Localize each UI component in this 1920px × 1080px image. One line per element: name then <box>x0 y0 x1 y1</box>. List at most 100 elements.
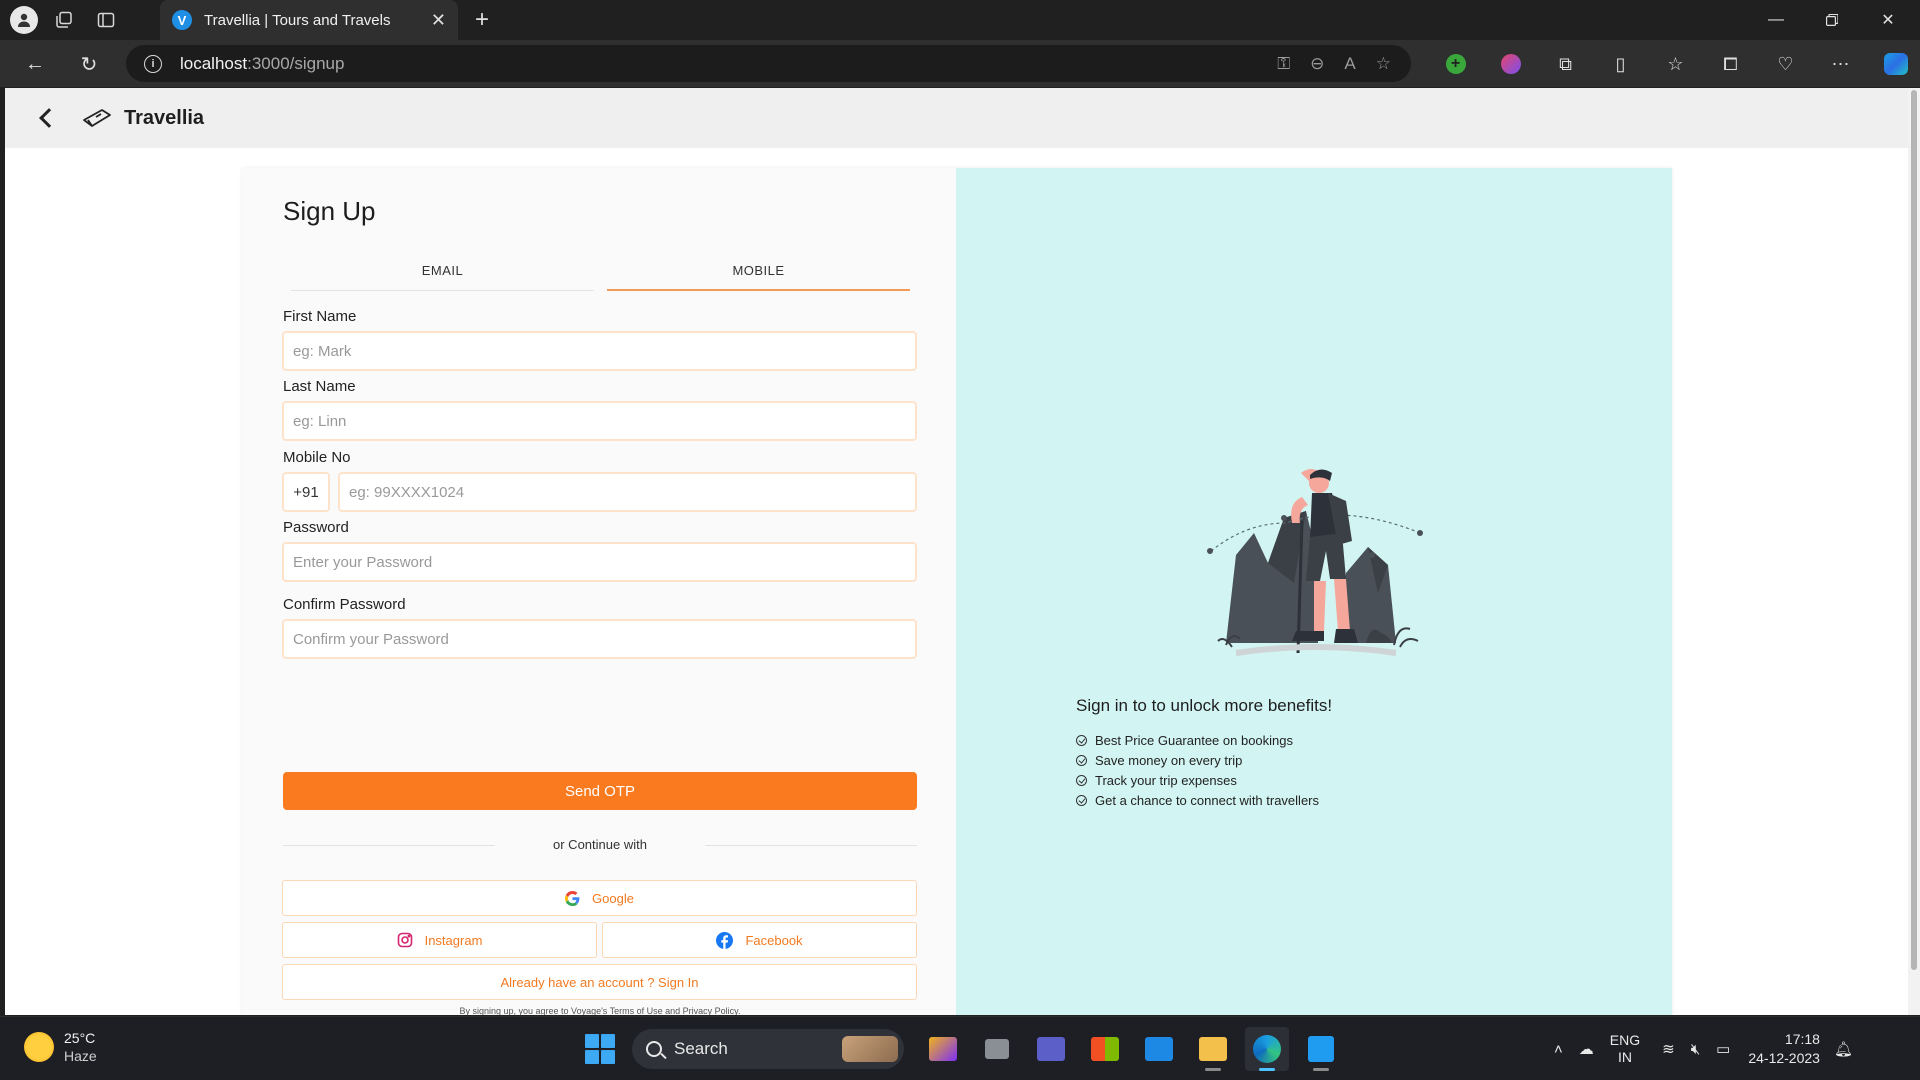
benefit-item: Get a chance to connect with travellers <box>1076 790 1319 810</box>
more-options-icon[interactable]: ⋯ <box>1813 47 1868 81</box>
browser-tabbar: V Travellia | Tours and Travels ✕ + — ✕ <box>0 0 1920 40</box>
vscode-icon[interactable] <box>1299 1027 1343 1071</box>
store-icon[interactable] <box>1083 1027 1127 1071</box>
plane-ticket-icon <box>82 106 112 130</box>
divider-line-right <box>705 845 917 846</box>
restore-icon[interactable] <box>1804 0 1860 40</box>
check-circle-icon <box>1076 774 1087 786</box>
language-code: ENG <box>1609 1032 1641 1048</box>
signup-form: Sign Up EMAIL MOBILE First Name eg: Mark… <box>242 168 956 1015</box>
google-signin-button[interactable]: Google <box>282 880 917 916</box>
brand-name[interactable]: Travellia <box>124 107 204 130</box>
read-aloud-icon[interactable]: A <box>1344 54 1355 74</box>
task-view-icon[interactable] <box>975 1027 1019 1071</box>
continue-with-divider: or Continue with <box>283 836 917 856</box>
check-circle-icon <box>1076 794 1087 806</box>
page-viewport: Travellia Sign Up EMAIL MOBILE First Nam… <box>5 88 1914 1015</box>
taskbar-search-label: Search <box>674 1039 728 1058</box>
minimize-icon[interactable]: — <box>1748 0 1804 40</box>
clock[interactable]: 17:18 24-12-2023 <box>1748 1030 1820 1068</box>
back-arrow-icon[interactable]: ← <box>18 47 52 81</box>
back-chevron-icon[interactable] <box>39 108 59 128</box>
favorite-star-icon[interactable]: ☆ <box>1376 54 1391 74</box>
site-favicon: V <box>172 10 192 30</box>
teams-icon[interactable] <box>1029 1027 1073 1071</box>
confirm-password-field[interactable]: Confirm your Password <box>282 619 917 659</box>
check-circle-icon <box>1076 754 1087 766</box>
profile-icon[interactable] <box>8 4 40 36</box>
benefit-text: Save money on every trip <box>1095 752 1243 768</box>
benefits-panel: Sign in to to unlock more benefits! Best… <box>956 168 1672 1015</box>
country-code-field[interactable]: +91 <box>282 472 330 512</box>
mail-icon[interactable] <box>1137 1027 1181 1071</box>
url-host: localhost <box>180 53 248 73</box>
benefit-item: Best Price Guarantee on bookings <box>1076 730 1319 750</box>
favorites-icon[interactable]: ☆ <box>1648 47 1703 81</box>
system-tray: ˄ ☁ ENG IN ≋ 🔇︎ ▭ 17:18 24-12-2023 🔔︎ <box>1546 1017 1861 1080</box>
password-label: Password <box>283 519 349 536</box>
scroll-thumb[interactable] <box>1911 90 1917 970</box>
tab-actions-icon[interactable] <box>90 4 122 36</box>
instagram-icon <box>397 932 413 948</box>
close-window-icon[interactable]: ✕ <box>1860 0 1916 40</box>
browser-essentials-icon[interactable]: ♡ <box>1758 47 1813 81</box>
page-title: Sign Up <box>283 196 376 226</box>
copilot-icon[interactable] <box>1868 47 1920 81</box>
mobile-field[interactable]: eg: 99XXXX1024 <box>338 472 917 512</box>
speaker-muted-icon[interactable]: 🔇︎ <box>1691 1041 1700 1058</box>
last-name-field[interactable]: eg: Linn <box>282 401 917 441</box>
extension-green-icon[interactable]: + <box>1428 47 1483 81</box>
instagram-signin-button[interactable]: Instagram <box>282 922 597 958</box>
google-icon <box>565 890 580 906</box>
mobile-label: Mobile No <box>283 449 351 466</box>
extensions-puzzle-icon[interactable]: ⧉ <box>1538 47 1593 81</box>
site-info-icon[interactable]: i <box>144 54 162 73</box>
taskbar-search[interactable]: Search <box>632 1029 904 1069</box>
tab-email[interactable]: EMAIL <box>291 257 594 291</box>
send-otp-button[interactable]: Send OTP <box>283 772 917 810</box>
benefit-text: Get a chance to connect with travellers <box>1095 792 1320 808</box>
benefit-text: Best Price Guarantee on bookings <box>1095 732 1294 748</box>
address-bar[interactable]: i localhost:3000/signup ⚿ ⊖ A ☆ <box>126 45 1411 82</box>
signin-link[interactable]: Already have an account ? Sign In <box>282 964 917 1000</box>
weather-temperature: 25°C <box>64 1030 96 1046</box>
tab-mobile[interactable]: MOBILE <box>607 257 910 291</box>
last-name-label: Last Name <box>283 378 356 395</box>
refresh-icon[interactable]: ↻ <box>72 47 106 81</box>
chevron-up-icon[interactable]: ˄ <box>1554 1041 1563 1058</box>
app-preview-icon[interactable] <box>921 1027 965 1071</box>
password-field[interactable]: Enter your Password <box>282 542 917 582</box>
windows-start-icon[interactable] <box>580 1029 620 1069</box>
weather-widget[interactable]: 25°C Haze <box>24 1029 97 1065</box>
google-label: Google <box>592 890 634 906</box>
close-tab-icon[interactable]: ✕ <box>431 10 446 31</box>
browser-toolbar: ← ↻ i localhost:3000/signup ⚿ ⊖ A ☆ + ⧉ … <box>0 40 1920 87</box>
wifi-icon[interactable]: ≋ <box>1662 1040 1675 1058</box>
collections-icon[interactable]: ⧠ <box>1703 47 1758 81</box>
edge-browser-icon[interactable] <box>1245 1027 1289 1071</box>
windows-taskbar: 25°C Haze Search ˄ ☁ ENG IN ≋ 🔇︎ ▭ 17:18… <box>0 1016 1920 1080</box>
region-code: IN <box>1617 1049 1632 1065</box>
zoom-out-icon[interactable]: ⊖ <box>1310 54 1324 74</box>
facebook-label: Facebook <box>745 932 803 948</box>
language-indicator[interactable]: ENG IN <box>1610 1032 1640 1066</box>
extension-brain-icon[interactable] <box>1483 47 1538 81</box>
battery-icon[interactable]: ▭ <box>1716 1040 1730 1058</box>
workspaces-icon[interactable] <box>48 4 80 36</box>
signup-method-tabs: EMAIL MOBILE <box>291 257 914 291</box>
onedrive-icon[interactable]: ☁ <box>1579 1040 1594 1058</box>
key-icon[interactable]: ⚿ <box>1277 54 1290 74</box>
clock-time: 17:18 <box>1784 1031 1820 1047</box>
confirm-password-label: Confirm Password <box>283 596 406 613</box>
split-screen-icon[interactable]: ▯ <box>1593 47 1648 81</box>
browser-tab-active[interactable]: V Travellia | Tours and Travels ✕ <box>160 0 458 40</box>
first-name-field[interactable]: eg: Mark <box>282 331 917 371</box>
facebook-signin-button[interactable]: Facebook <box>602 922 917 958</box>
file-explorer-icon[interactable] <box>1191 1027 1235 1071</box>
new-tab-icon[interactable]: + <box>466 4 498 36</box>
notification-bell-icon[interactable]: 🔔︎ <box>1834 1040 1853 1058</box>
benefit-text: Track your trip expenses <box>1095 772 1237 788</box>
page-scrollbar[interactable] <box>1908 88 1920 1015</box>
benefits-title: Sign in to to unlock more benefits! <box>1076 696 1333 715</box>
benefits-list: Best Price Guarantee on bookings Save mo… <box>1076 730 1319 810</box>
